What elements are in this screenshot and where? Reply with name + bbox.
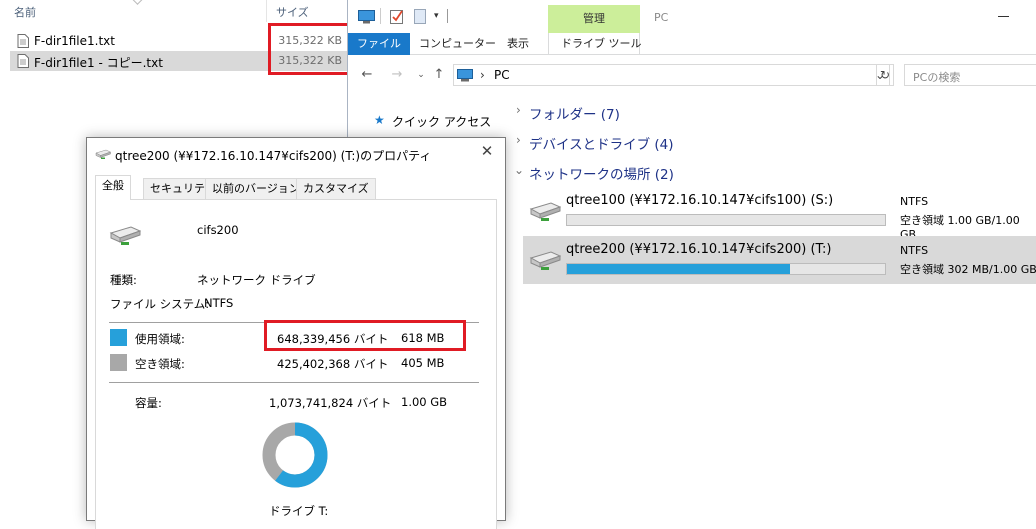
toolbar-divider [380,8,381,24]
network-drive-icon [95,149,111,159]
title-bar[interactable]: ▾ 管理 PC [348,0,1036,33]
breadcrumb-pc[interactable]: PC [494,68,510,82]
text-file-icon [17,34,29,48]
expand-chevron-icon[interactable]: › [516,133,521,147]
tab-customize[interactable]: カスタマイズ [296,178,376,199]
expand-chevron-icon[interactable]: › [516,103,521,117]
network-drive-icon [109,226,141,245]
drive-label: cifs200 [197,223,239,237]
used-space-label: 使用領域: [135,332,185,346]
drive-name: qtree100 (¥¥172.16.10.147¥cifs100) (S:) [566,193,834,208]
tab-drive-tools[interactable]: ドライブ ツール [552,33,651,55]
recent-locations-dropdown-icon[interactable]: ⌄ [412,66,430,84]
tab-view[interactable]: 表示 [498,33,538,55]
divider [109,382,479,383]
computer-icon [457,69,473,82]
ribbon-tabs: ファイル コンピューター 表示 ドライブ ツール [348,33,1036,55]
highlight-box-used-space [264,320,466,351]
capacity-bytes: 1,073,741,824 バイト [269,396,392,410]
drive-filesystem: NTFS [900,244,929,257]
network-drive-item[interactable]: qtree100 (¥¥172.16.10.147¥cifs100) (S:) … [523,187,1036,241]
file-list-pane: 名前 サイズ F-dir1file1.txt 315,322 KB F-dir1… [0,0,350,90]
star-icon: ★ [374,113,385,127]
tab-previous-versions[interactable]: 以前のバージョン [205,178,307,199]
drive-usage-bar [566,214,886,226]
search-input[interactable]: PCの検索 [904,64,1036,86]
up-arrow-icon[interactable]: ↑ [430,66,448,84]
computer-icon [358,10,375,24]
capacity-label: 容量: [135,396,162,410]
address-input[interactable]: › PC ⌄ [453,64,890,86]
drive-filesystem: NTFS [900,195,929,208]
collapse-chevron-icon[interactable]: ⌄ [514,163,524,177]
window-title: PC [654,11,669,24]
column-header-name[interactable]: 名前 [14,4,36,20]
tab-computer[interactable]: コンピューター [410,33,505,55]
forward-arrow-icon[interactable]: → [388,66,406,84]
group-header-devices[interactable]: デバイスとドライブ (4) [529,133,674,153]
free-space-swatch [110,354,127,371]
type-value: ネットワーク ドライブ [197,273,316,287]
breadcrumb-separator-icon[interactable]: › [480,68,485,82]
new-folder-icon[interactable] [414,9,426,24]
tab-file[interactable]: ファイル [348,33,410,55]
network-drive-icon [529,202,561,221]
type-label: 種類: [110,273,137,287]
address-bar-row: ← → ⌄ ↑ › PC ⌄ ↻ PCの検索 [348,62,1036,88]
tab-manage[interactable]: 管理 [548,5,640,33]
file-name: F-dir1file1 - コピー.txt [34,56,163,70]
column-divider[interactable] [266,0,267,22]
quick-access-toolbar-dropdown-icon[interactable]: ▾ [434,11,439,21]
minimize-icon[interactable] [998,16,1009,17]
drive-usage-fill [567,264,790,274]
text-file-icon [17,54,29,68]
used-space-swatch [110,329,127,346]
back-arrow-icon[interactable]: ← [358,66,376,84]
drive-caption: ドライブ T: [269,504,329,518]
properties-icon[interactable] [390,9,404,24]
network-drive-item[interactable]: qtree200 (¥¥172.16.10.147¥cifs200) (T:) … [523,236,1036,284]
group-header-network[interactable]: ネットワークの場所 (2) [529,163,674,183]
capacity-size: 1.00 GB [401,395,448,409]
close-icon[interactable]: ✕ [479,143,495,159]
search-placeholder: PCの検索 [913,71,961,84]
free-space-label: 空き領域: [135,357,185,371]
nav-item-quick-access[interactable]: クイック アクセス [392,113,491,130]
highlight-box-file-sizes [268,23,350,75]
group-header-folders[interactable]: フォルダー (7) [529,103,620,123]
sort-arrow-icon [131,0,144,5]
free-space-size: 405 MB [401,356,445,370]
drive-properties-dialog: qtree200 (¥¥172.16.10.147¥cifs200) (T:)の… [86,137,506,529]
drive-name: qtree200 (¥¥172.16.10.147¥cifs200) (T:) [566,242,832,257]
tab-general[interactable]: 全般 [95,175,131,200]
filesystem-value: NTFS [204,296,234,310]
drive-usage-donut [262,422,328,488]
filesystem-label: ファイル システム: [110,297,210,311]
refresh-icon[interactable]: ↻ [876,64,894,86]
drive-free-space: 空き領域 302 MB/1.00 GB [900,263,1036,276]
file-name: F-dir1file1.txt [34,34,115,48]
free-space-bytes: 425,402,368 バイト [277,357,389,371]
drive-usage-bar [566,263,886,275]
column-header-size[interactable]: サイズ [276,4,309,20]
dialog-title: qtree200 (¥¥172.16.10.147¥cifs200) (T:)の… [115,149,432,163]
network-drive-icon [529,251,561,270]
toolbar-divider [447,9,448,23]
